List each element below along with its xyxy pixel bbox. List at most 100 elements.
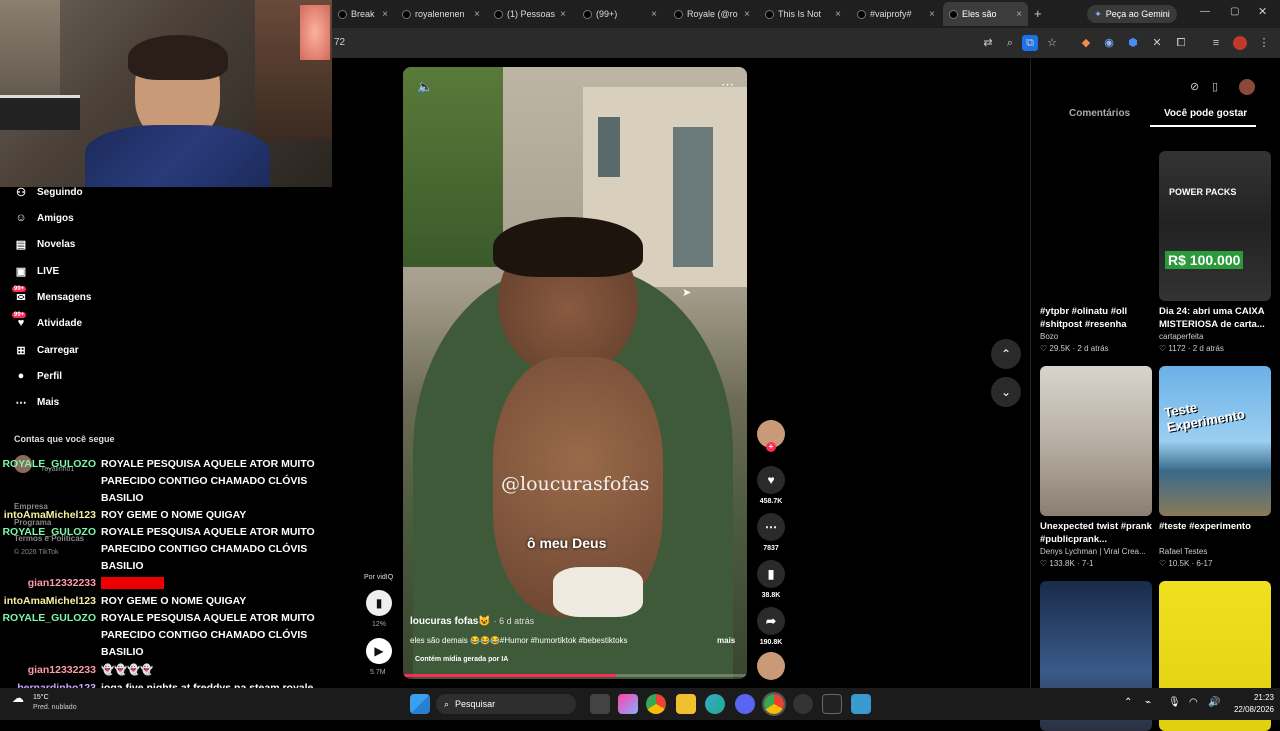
tab-close-icon[interactable]: × <box>744 9 750 20</box>
save-button[interactable]: ▮ 38.8K <box>756 560 786 599</box>
compass-icon[interactable]: ⊘ <box>1190 80 1204 94</box>
browser-tab[interactable]: This Is Not × <box>759 2 847 26</box>
app-icon[interactable] <box>851 694 871 714</box>
sidebar-item-live[interactable]: ▣ LIVE <box>14 261 59 281</box>
recommended-video-card[interactable]: #ytpbr #olinatu #oll #shitpost #resenha B… <box>1040 151 1152 353</box>
extension-icon[interactable]: ◆ <box>1078 35 1094 51</box>
browser-tab[interactable]: Eles são × <box>943 2 1028 26</box>
tab-close-icon[interactable]: × <box>560 9 566 20</box>
sidebar-item-carregar[interactable]: ⊞ Carregar <box>14 340 78 360</box>
tab-close-icon[interactable]: × <box>1016 9 1022 20</box>
browser-tab[interactable]: (1) Pessoas × <box>488 2 572 26</box>
bookmark-star-icon[interactable]: ☆ <box>1044 35 1060 51</box>
card-author[interactable]: Rafael Testes <box>1159 547 1271 556</box>
card-title[interactable]: Unexpected twist #prank #publicprank... <box>1040 520 1152 546</box>
recommended-video-card[interactable]: Unexpected twist #prank #publicprank... D… <box>1040 366 1152 568</box>
tab-close-icon[interactable]: × <box>835 9 841 20</box>
play-icon[interactable]: ▶ <box>366 638 392 664</box>
volume-icon[interactable]: 🔊 <box>1208 697 1220 708</box>
tab-close-icon[interactable]: × <box>382 9 388 20</box>
card-title[interactable]: #ytpbr #olinatu #oll #shitpost #resenha <box>1040 305 1152 331</box>
network-icon[interactable]: ⌁ <box>1145 697 1151 708</box>
like-button[interactable]: ♥ 458.7K <box>756 466 786 505</box>
browser-tab[interactable]: #vaiprofy# × <box>851 2 941 26</box>
media-icon[interactable]: ≡ <box>1208 35 1224 51</box>
card-author[interactable]: Denys Lychman | Viral Crea... <box>1040 547 1152 556</box>
wifi-icon[interactable]: ◠ <box>1189 697 1198 708</box>
obs-icon[interactable] <box>793 694 813 714</box>
card-thumbnail[interactable] <box>1040 151 1152 301</box>
microphone-icon[interactable]: 🎙 <box>1168 697 1181 708</box>
restore-icon[interactable]: ▢ <box>1230 6 1239 17</box>
card-title[interactable]: Dia 24: abri uma CAIXA MISTERIOSA de car… <box>1159 305 1271 331</box>
mute-icon[interactable]: 🔈 <box>417 79 433 95</box>
gemini-button[interactable]: ✦ Peça ao Gemini <box>1087 5 1177 23</box>
browser-tab[interactable]: Break × <box>332 2 394 26</box>
card-author[interactable]: Bozo <box>1040 332 1152 341</box>
browser-menu-icon[interactable]: ⋮ <box>1256 35 1272 51</box>
extension-icon[interactable]: ✕ <box>1149 35 1165 51</box>
capcut-icon[interactable] <box>822 694 842 714</box>
copilot-icon[interactable] <box>618 694 638 714</box>
card-thumbnail[interactable]: Teste Experimento <box>1159 366 1271 516</box>
previous-video-button[interactable]: ⌃ <box>991 339 1021 369</box>
weather-icon[interactable]: ☁ <box>12 691 24 705</box>
video-player[interactable]: 🔈 ⋯ @loucurasfofas ô meu Deus loucuras f… <box>403 67 747 679</box>
card-thumbnail[interactable]: POWER PACKS R$ 100.000 <box>1159 151 1271 301</box>
browser-tab[interactable]: Royale (@ro × <box>668 2 756 26</box>
comment-button[interactable]: ⋯ 7837 <box>756 513 786 552</box>
clock-date[interactable]: 22/08/2026 <box>1220 705 1274 714</box>
translate-icon[interactable]: ⇄ <box>980 35 996 51</box>
tab-close-icon[interactable]: × <box>474 9 480 20</box>
discord-icon[interactable] <box>735 694 755 714</box>
user-avatar[interactable] <box>1239 79 1255 95</box>
browser-tab[interactable]: royalenenen × <box>396 2 486 26</box>
recommended-video-card[interactable]: Teste Experimento #teste #experimento Rafa… <box>1159 366 1271 568</box>
video-author[interactable]: loucuras fofas😺 · 6 d atrás <box>410 616 534 627</box>
sidebar-item-novelas[interactable]: ▤ Novelas <box>14 234 76 254</box>
next-video-button[interactable]: ⌄ <box>991 377 1021 407</box>
sound-avatar[interactable] <box>756 652 786 684</box>
creator-avatar[interactable]: + <box>756 420 786 452</box>
chrome-active-icon[interactable] <box>762 692 786 716</box>
sidebar-item-mensagens[interactable]: ✉ 99+ Mensagens <box>12 285 91 307</box>
profile-avatar[interactable] <box>1233 36 1247 50</box>
extension-icon[interactable]: ◉ <box>1101 35 1117 51</box>
sidebar-item-seguindo[interactable]: ⚇ Seguindo <box>14 182 83 202</box>
phone-icon[interactable]: ▯ <box>1212 80 1218 93</box>
extensions-puzzle-icon[interactable]: ⧠ <box>1173 35 1189 51</box>
new-tab-button[interactable]: + <box>1034 6 1042 21</box>
card-author[interactable]: cartaperfeita <box>1159 332 1271 341</box>
sidebar-item-perfil[interactable]: ● Perfil <box>14 366 62 386</box>
tab-close-icon[interactable]: × <box>651 9 657 20</box>
minimize-icon[interactable]: — <box>1200 6 1210 17</box>
screenshot-icon[interactable]: ⧉ <box>1022 35 1038 51</box>
weather-desc[interactable]: Pred. nublado <box>33 704 77 711</box>
tab-you-may-like[interactable]: Você pode gostar <box>1164 108 1247 119</box>
chrome-icon[interactable] <box>646 694 666 714</box>
taskbar-search[interactable]: ⌕ Pesquisar <box>436 694 576 714</box>
tab-comments[interactable]: Comentários <box>1069 108 1130 119</box>
windows-start-icon[interactable] <box>410 694 430 714</box>
sidebar-item-mais[interactable]: ⋯ Mais <box>14 392 60 412</box>
more-link[interactable]: mais <box>717 636 735 645</box>
card-title[interactable]: #teste #experimento <box>1159 520 1271 546</box>
vidiq-stats-button[interactable]: ▮ <box>366 590 392 616</box>
extension-icon[interactable]: ⬢ <box>1125 35 1141 51</box>
browser-tab[interactable]: (99+) × <box>577 2 663 26</box>
recommended-video-card[interactable]: POWER PACKS R$ 100.000 Dia 24: abri uma CA… <box>1159 151 1271 353</box>
weather-temp[interactable]: 15°C <box>33 694 49 701</box>
tray-chevron-icon[interactable]: ⌃ <box>1124 697 1132 708</box>
tab-close-icon[interactable]: × <box>929 9 935 20</box>
share-button[interactable]: ➦ 190.8K <box>756 607 786 646</box>
edge-icon[interactable] <box>705 694 725 714</box>
sidebar-item-amigos[interactable]: ☺ Amigos <box>14 208 73 228</box>
progress-bar[interactable] <box>403 674 747 677</box>
task-view-icon[interactable] <box>590 694 610 714</box>
zoom-icon[interactable]: ⌕ <box>1002 35 1018 51</box>
close-window-icon[interactable]: ✕ <box>1258 5 1267 18</box>
clock-time[interactable]: 21:23 <box>1234 693 1274 702</box>
file-explorer-icon[interactable] <box>676 694 696 714</box>
author-name[interactable]: loucuras fofas😺 <box>410 616 491 627</box>
card-thumbnail[interactable] <box>1040 366 1152 516</box>
